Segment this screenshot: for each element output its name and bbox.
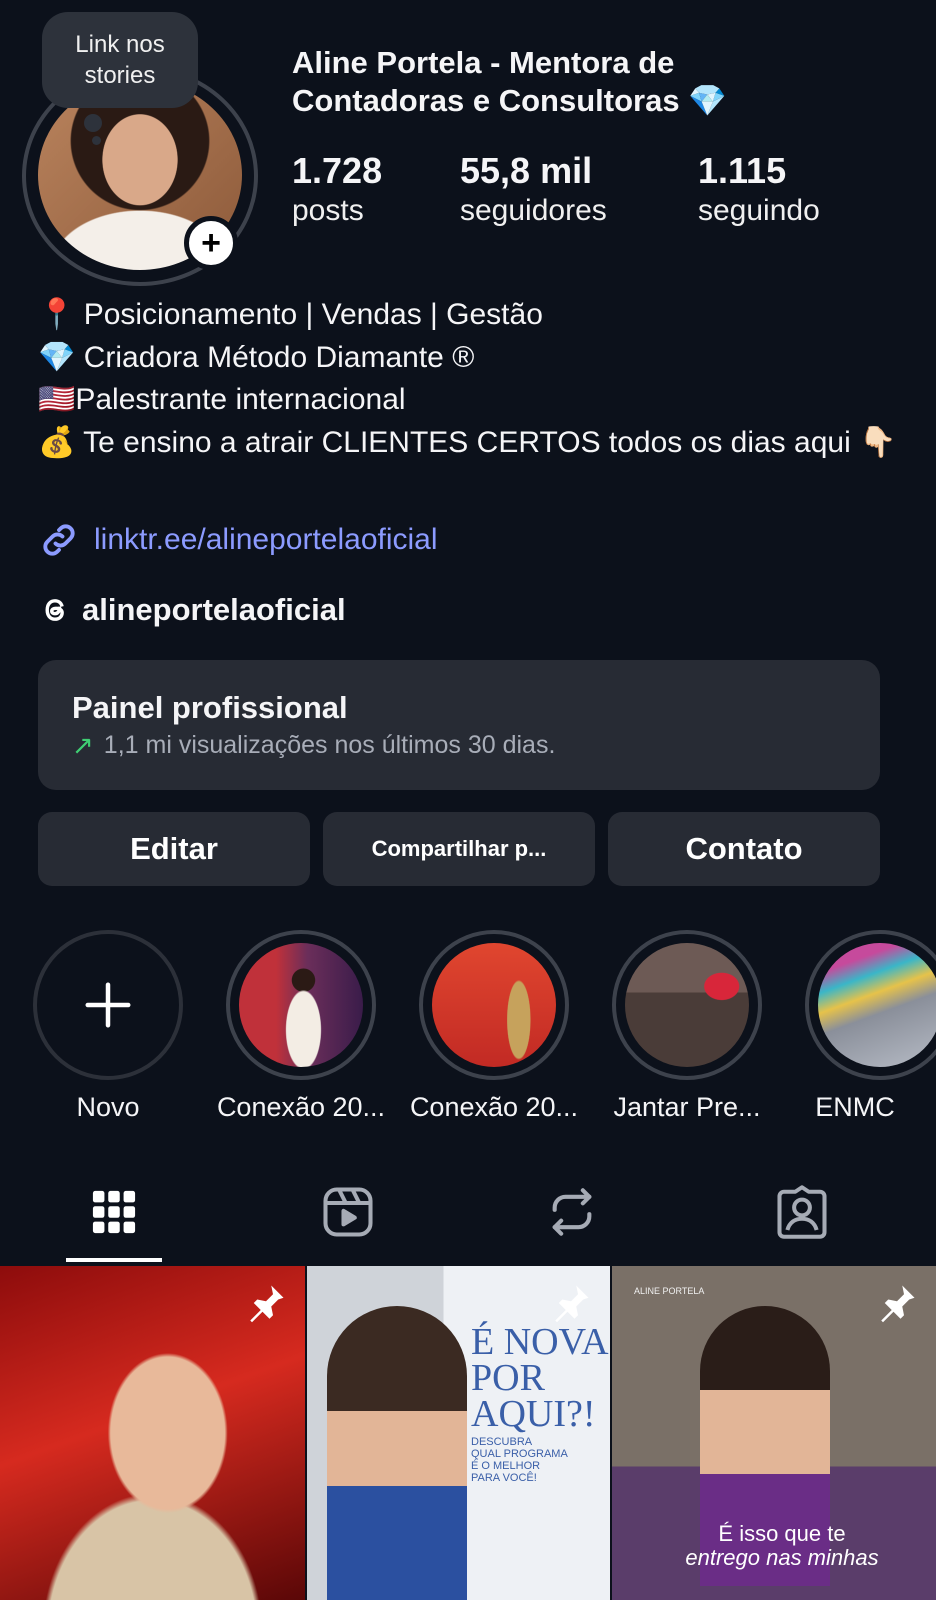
stat-posts-label: posts xyxy=(292,194,364,227)
pin-icon xyxy=(250,1285,284,1323)
threads-badge[interactable]: alineportelaoficial xyxy=(38,588,346,632)
highlight-thumbnail xyxy=(625,943,749,1067)
post-headline-line2: POR xyxy=(471,1357,545,1399)
highlight-item[interactable]: Jantar Pre... xyxy=(612,930,762,1122)
bio-line-1: 📍 Posicionamento | Vendas | Gestão xyxy=(38,298,543,331)
post-subtext-line3: É O MELHOR xyxy=(471,1460,541,1472)
panel-title: Painel profissional xyxy=(72,690,348,725)
bio-line-4: 💰 Te ensino a atrair CLIENTES CERTOS tod… xyxy=(38,425,897,459)
professional-dashboard[interactable]: Painel profissional ↗ 1,1 mi visualizaçõ… xyxy=(38,660,880,790)
stat-posts[interactable]: 1.728 posts xyxy=(292,150,382,230)
edit-profile-button[interactable]: Editar xyxy=(38,812,310,886)
trend-up-icon: ↗ xyxy=(72,730,94,760)
highlight-thumbnail xyxy=(818,943,936,1067)
highlight-item[interactable]: ENMC xyxy=(805,930,936,1122)
note-bubble-tail xyxy=(84,114,102,132)
note-bubble[interactable]: Link nos stories xyxy=(42,12,198,108)
share-profile-button[interactable]: Compartilhar p... xyxy=(323,812,595,886)
stat-following[interactable]: 1.115 seguindo xyxy=(698,150,820,230)
tab-tagged[interactable] xyxy=(772,1182,832,1242)
stat-following-value: 1.115 xyxy=(698,150,787,191)
highlight-thumbnail xyxy=(239,943,363,1067)
panel-subtitle: 1,1 mi visualizações nos últimos 30 dias… xyxy=(103,731,556,759)
stat-followers[interactable]: 55,8 mil seguidores xyxy=(460,150,607,230)
post-subtext-line1: DESCUBRA xyxy=(471,1436,533,1448)
diamond-emoji: 💎 xyxy=(688,83,727,118)
profile-tabs xyxy=(0,1170,936,1264)
highlight-ring xyxy=(612,930,762,1080)
stat-followers-value: 55,8 mil xyxy=(460,150,593,191)
note-text-line2: stories xyxy=(84,62,156,89)
stat-posts-value: 1.728 xyxy=(292,150,383,191)
post-brand: ALINE PORTELA xyxy=(634,1286,705,1296)
add-story-icon[interactable]: + xyxy=(184,216,238,270)
reels-icon xyxy=(323,1187,373,1237)
highlight-thumbnail xyxy=(432,943,556,1067)
highlight-label: Novo xyxy=(76,1092,140,1122)
pin-icon xyxy=(881,1285,915,1323)
note-bubble-tail-small xyxy=(92,136,101,145)
profile-name: Aline Portela - Mentora de Contadoras e … xyxy=(292,44,912,120)
highlight-label: Conexão 20... xyxy=(216,1092,386,1122)
post-caption: É isso que te entrego nas minhas xyxy=(652,1522,912,1570)
reposts-icon xyxy=(552,1188,592,1236)
post-caption-line2: entrego nas minhas xyxy=(685,1545,879,1570)
highlight-new-ring xyxy=(33,930,183,1080)
highlight-label: Conexão 20... xyxy=(409,1092,579,1122)
bio: 📍 Posicionamento | Vendas | Gestão 💎 Cri… xyxy=(38,294,908,464)
post-subtext: DESCUBRA QUAL PROGRAMA É O MELHOR PARA V… xyxy=(471,1436,568,1484)
tab-reels[interactable] xyxy=(318,1182,378,1242)
bio-line-2: 💎 Criadora Método Diamante ® xyxy=(38,340,475,374)
note-text-line1: Link nos xyxy=(75,31,165,58)
link-icon xyxy=(43,524,75,556)
threads-icon xyxy=(45,599,64,621)
panel-subtitle-row: ↗ 1,1 mi visualizações nos últimos 30 di… xyxy=(72,728,846,762)
active-tab-indicator xyxy=(66,1258,162,1262)
highlight-item[interactable]: Conexão 20... xyxy=(217,930,385,1122)
highlight-ring xyxy=(226,930,376,1080)
tagged-icon xyxy=(777,1185,827,1239)
pin-icon xyxy=(555,1285,589,1323)
grid-icon xyxy=(92,1190,136,1234)
profile-name-line2: Contadoras e Consultoras xyxy=(292,83,680,118)
bio-link[interactable]: linktr.ee/alineportelaoficial xyxy=(38,518,438,562)
highlight-ring xyxy=(419,930,569,1080)
tab-reposts[interactable] xyxy=(542,1182,602,1242)
post-thumbnail[interactable]: É NOVA POR AQUI?! DESCUBRA QUAL PROGRAMA… xyxy=(307,1266,610,1600)
post-headline-line1: É NOVA xyxy=(471,1321,609,1363)
tab-grid[interactable] xyxy=(84,1182,144,1242)
highlight-label: Jantar Pre... xyxy=(613,1092,761,1122)
post-person-figure xyxy=(327,1306,467,1600)
post-caption-line1: É isso que te xyxy=(718,1521,846,1546)
threads-handle: alineportelaoficial xyxy=(82,592,346,627)
contact-button[interactable]: Contato xyxy=(608,812,880,886)
post-subtext-line2: QUAL PROGRAMA xyxy=(471,1448,568,1460)
plus-icon xyxy=(85,982,131,1028)
highlight-item[interactable]: Conexão 20... xyxy=(410,930,578,1122)
bio-line-3: 🇺🇸Palestrante internacional xyxy=(38,383,406,416)
post-subtext-line4: PARA VOCÊ! xyxy=(471,1472,537,1484)
stat-followers-label: seguidores xyxy=(460,194,607,227)
highlight-ring xyxy=(805,930,936,1080)
post-headline-line3: AQUI?! xyxy=(471,1393,596,1435)
profile-name-line1: Aline Portela - Mentora de xyxy=(292,45,675,80)
post-thumbnail[interactable]: ALINE PORTELA É isso que te entrego nas … xyxy=(612,1266,936,1600)
post-thumbnail[interactable] xyxy=(0,1266,305,1600)
bio-link-text[interactable]: linktr.ee/alineportelaoficial xyxy=(94,523,438,557)
highlight-label: ENMC xyxy=(815,1092,895,1122)
stat-following-label: seguindo xyxy=(698,194,820,227)
post-headline: É NOVA POR AQUI?! xyxy=(471,1321,609,1435)
highlight-new[interactable]: Novo xyxy=(33,930,183,1122)
